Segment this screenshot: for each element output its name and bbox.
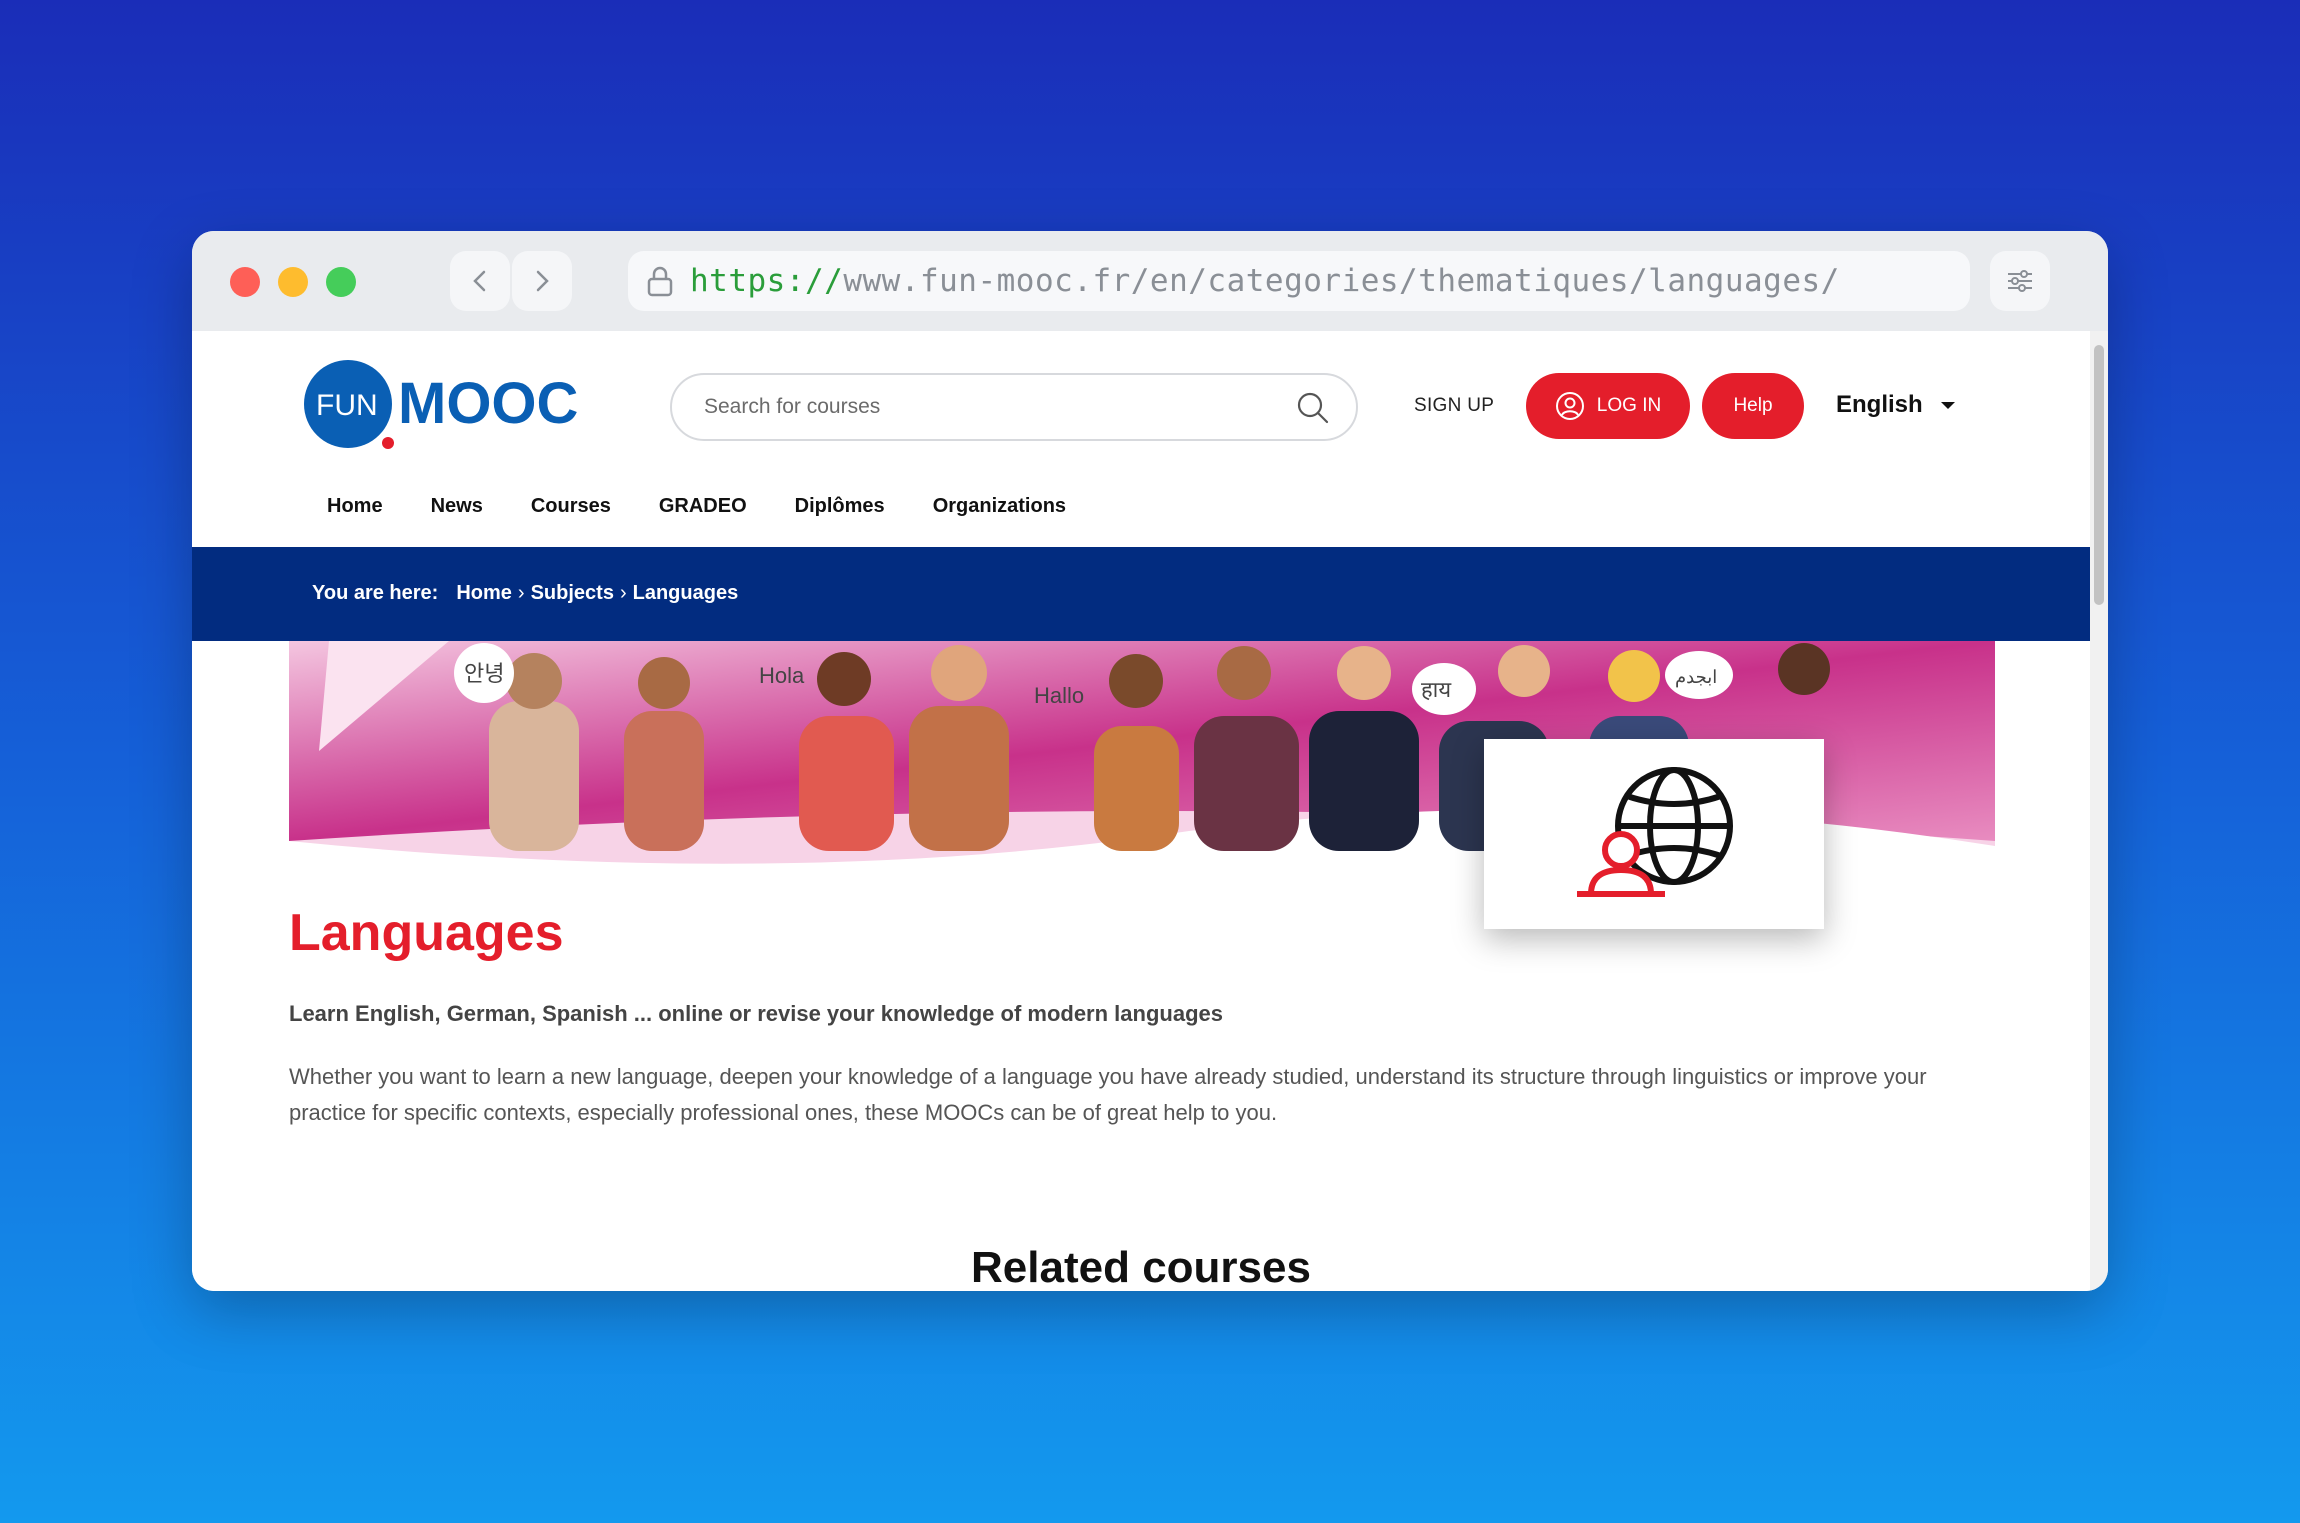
page-scrollbar[interactable] (2090, 331, 2108, 1291)
breadcrumb: You are here: Home › Subjects › Languages (312, 582, 738, 605)
nav-organizations[interactable]: Organizations (933, 495, 1066, 518)
browser-menu-button[interactable] (1990, 251, 2050, 311)
user-icon (1555, 392, 1584, 420)
nav-diplomes[interactable]: Diplômes (795, 495, 885, 518)
back-button[interactable] (450, 251, 510, 311)
breadcrumb-label: You are here: (312, 582, 439, 604)
search-input[interactable] (704, 395, 1284, 419)
main-nav: Home News Courses GRADEO Diplômes Organi… (327, 495, 1066, 518)
help-button[interactable]: Help (1702, 373, 1804, 439)
breadcrumb-languages: Languages (632, 582, 739, 604)
svg-text:Hallo: Hallo (1034, 683, 1084, 708)
category-emblem (1484, 739, 1824, 929)
svg-text:안녕: 안녕 (464, 661, 504, 686)
lock-icon (647, 266, 673, 297)
help-label: Help (1733, 395, 1773, 416)
globe-people-icon (1577, 767, 1733, 897)
language-label: English (1836, 391, 1923, 418)
breadcrumb-bar: You are here: Home › Subjects › Languages (192, 547, 2090, 641)
browser-window: https://www.fun-mooc.fr/en/categories/th… (192, 231, 2108, 1291)
breadcrumb-separator: › (517, 582, 525, 604)
log-in-button[interactable]: LOG IN (1526, 373, 1690, 439)
nav-gradeo[interactable]: GRADEO (659, 495, 747, 518)
related-courses-heading: Related courses (971, 1243, 1311, 1291)
svg-text:ابجدم: ابجدم (1675, 667, 1717, 688)
language-selector[interactable]: English (1836, 391, 1955, 419)
breadcrumb-home[interactable]: Home (456, 582, 512, 605)
caret-down-icon (1940, 401, 1955, 409)
chevron-left-icon (473, 270, 486, 292)
page-description: Whether you want to learn a new language… (289, 1064, 1927, 1125)
sign-up-link[interactable]: SIGN UP (1414, 395, 1494, 417)
browser-toolbar: https://www.fun-mooc.fr/en/categories/th… (192, 231, 2108, 331)
maximize-window-button[interactable] (326, 267, 356, 297)
page-lead: Learn English, German, Spanish ... onlin… (289, 1001, 1223, 1026)
nav-news[interactable]: News (431, 495, 483, 518)
fun-mooc-logo[interactable]: FUN MOOC (304, 359, 594, 449)
url-text: https://www.fun-mooc.fr/en/categories/th… (690, 263, 1840, 299)
sliders-icon (2008, 270, 2032, 292)
address-bar[interactable]: https://www.fun-mooc.fr/en/categories/th… (628, 251, 1970, 311)
page-title: Languages (289, 904, 564, 962)
web-page: FUN MOOC SIGN UP LOG IN Help English Hom… (192, 331, 2090, 1291)
svg-text:हाय: हाय (1421, 677, 1452, 702)
svg-text:MOOC: MOOC (398, 371, 578, 436)
scrollbar-thumb[interactable] (2094, 345, 2104, 605)
search-box[interactable] (670, 373, 1358, 441)
breadcrumb-separator: › (619, 582, 627, 604)
minimize-window-button[interactable] (278, 267, 308, 297)
nav-courses[interactable]: Courses (531, 495, 611, 518)
nav-home[interactable]: Home (327, 495, 383, 518)
close-window-button[interactable] (230, 267, 260, 297)
search-icon[interactable] (1296, 391, 1330, 425)
svg-text:FUN: FUN (316, 389, 378, 422)
svg-text:Hola: Hola (759, 663, 805, 688)
log-in-label: LOG IN (1596, 395, 1662, 416)
forward-button[interactable] (512, 251, 572, 311)
breadcrumb-subjects[interactable]: Subjects (531, 582, 614, 605)
chevron-right-icon (536, 270, 549, 292)
